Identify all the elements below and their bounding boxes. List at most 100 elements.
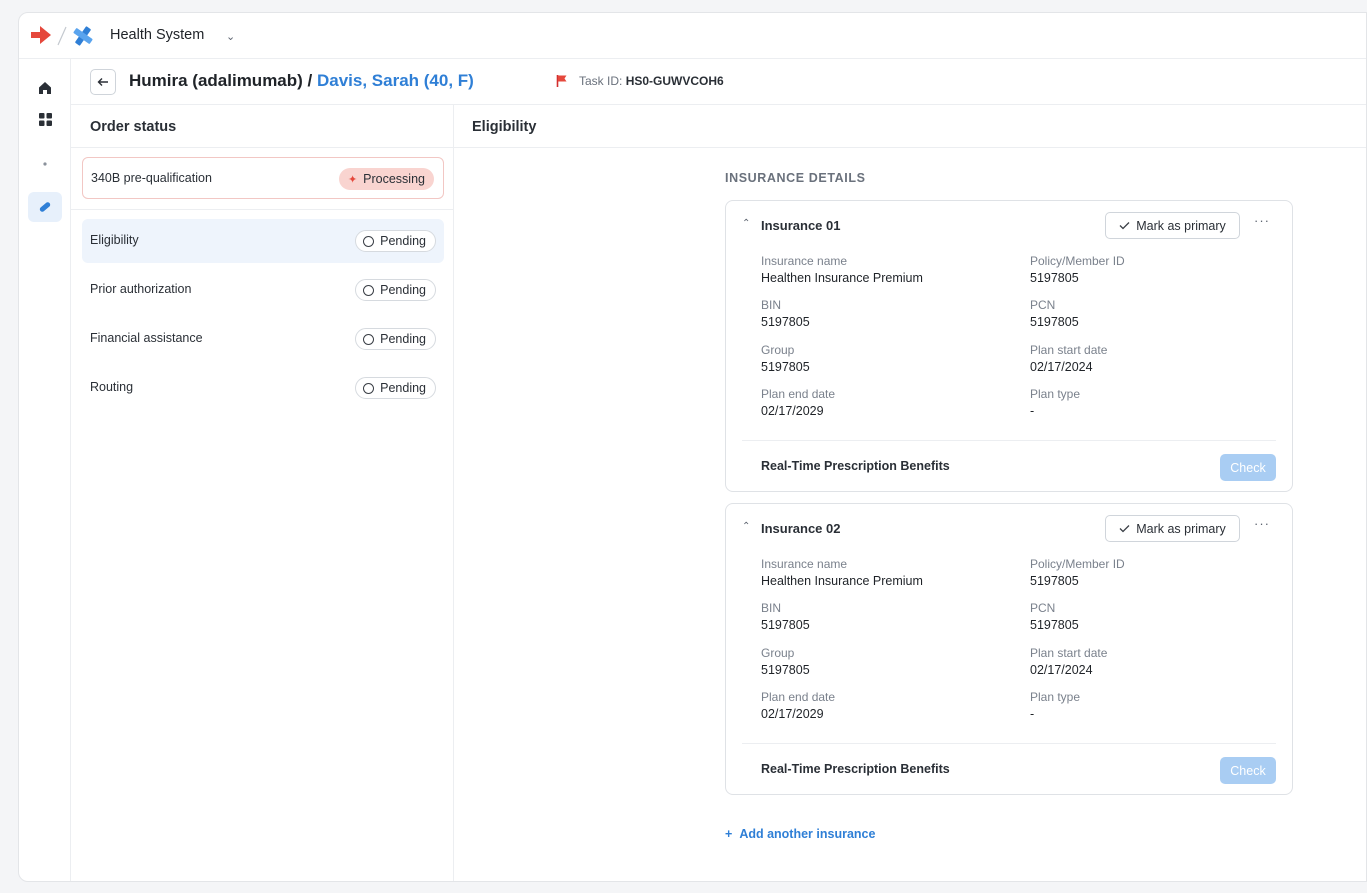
step-label: Eligibility: [90, 233, 139, 247]
pending-badge-label: Pending: [380, 234, 426, 248]
field-label: Group: [761, 343, 795, 357]
field-value: Healthen Insurance Premium: [761, 271, 923, 285]
patient-link[interactable]: Davis, Sarah (40, F): [317, 71, 474, 90]
check-rtpb-button[interactable]: Check: [1220, 757, 1276, 784]
pending-badge: Pending: [355, 328, 436, 350]
pending-badge: Pending: [355, 230, 436, 252]
field-label: Insurance name: [761, 557, 848, 571]
pending-badge: Pending: [355, 279, 436, 301]
brand-logo-icon[interactable]: [29, 24, 53, 46]
field-value: 5197805: [1030, 574, 1079, 588]
step-prior-authorization[interactable]: Prior authorization Pending: [82, 268, 444, 312]
divider-slash-icon: [57, 26, 67, 46]
field-value: 5197805: [761, 315, 810, 329]
field-label: PCN: [1030, 601, 1056, 615]
app-window: Health System ⌄ Humira (adalimumab) / Da…: [18, 12, 1367, 882]
chevron-down-icon[interactable]: ⌄: [226, 30, 235, 43]
mark-as-primary-button[interactable]: Mark as primary: [1105, 212, 1240, 239]
field-label: Plan start date: [1030, 646, 1108, 660]
home-icon: [39, 82, 51, 94]
field-group: Group 5197805: [761, 343, 810, 374]
step-eligibility[interactable]: Eligibility Pending: [82, 219, 444, 263]
insurance-card-title[interactable]: Insurance 01: [761, 218, 841, 233]
add-insurance-label: Add another insurance: [739, 827, 876, 841]
field-value: 02/17/2029: [761, 404, 824, 418]
insurance-card: ⌃ Insurance 02 Mark as primary ··· Insur…: [725, 503, 1293, 795]
circle-icon: [363, 235, 375, 247]
field-label: Plan start date: [1030, 343, 1108, 357]
field-insurance-name: Insurance name Healthen Insurance Premiu…: [761, 557, 923, 588]
field-label: Plan type: [1030, 690, 1081, 704]
field-plan-end: Plan end date 02/17/2029: [761, 387, 835, 418]
drug-name: Humira (adalimumab): [129, 71, 303, 90]
field-plan-start: Plan start date 02/17/2024: [1030, 343, 1107, 374]
top-bar: Health System ⌄: [19, 13, 1366, 59]
field-label: Insurance name: [761, 254, 848, 268]
divider: [742, 440, 1276, 441]
mark-as-primary-label: Mark as primary: [1136, 218, 1226, 233]
prequal-status-row[interactable]: 340B pre-qualification ✦ Processing: [82, 157, 444, 199]
field-pcn: PCN 5197805: [1030, 601, 1079, 632]
spinner-icon: ✦: [347, 173, 358, 186]
field-label: Plan type: [1030, 387, 1081, 401]
insurance-card-title[interactable]: Insurance 02: [761, 521, 841, 536]
rtpb-label: Real-Time Prescription Benefits: [761, 459, 950, 473]
pending-badge-label: Pending: [380, 332, 426, 346]
org-switcher-label[interactable]: Health System: [110, 27, 204, 43]
field-value: 02/17/2029: [761, 707, 824, 721]
flag-icon[interactable]: [556, 74, 568, 88]
rail-item-more[interactable]: [28, 149, 62, 179]
field-label: BIN: [761, 601, 782, 615]
field-value: Healthen Insurance Premium: [761, 574, 923, 588]
back-button[interactable]: [90, 69, 116, 95]
step-label: Routing: [90, 380, 134, 394]
pill-icon: [39, 202, 51, 212]
field-label: Plan end date: [761, 690, 836, 704]
health-system-logo-icon: [73, 26, 93, 46]
field-policy-id: Policy/Member ID 5197805: [1030, 254, 1125, 285]
rail-item-dashboard[interactable]: [28, 104, 62, 134]
arrow-left-icon: [97, 78, 108, 86]
field-value: 5197805: [1030, 618, 1079, 632]
field-pcn: PCN 5197805: [1030, 298, 1079, 329]
circle-icon: [363, 333, 375, 345]
insurance-details-heading: INSURANCE DETAILS: [725, 171, 866, 185]
rtpb-label: Real-Time Prescription Benefits: [761, 762, 950, 776]
step-routing[interactable]: Routing Pending: [82, 366, 444, 410]
field-value: 5197805: [761, 360, 810, 374]
divider: [742, 743, 1276, 744]
add-insurance-link[interactable]: + Add another insurance: [725, 827, 875, 841]
field-policy-id: Policy/Member ID 5197805: [1030, 557, 1125, 588]
more-options-icon[interactable]: ···: [1254, 516, 1270, 531]
check-rtpb-button[interactable]: Check: [1220, 454, 1276, 481]
order-header: Humira (adalimumab) / Davis, Sarah (40, …: [71, 59, 1366, 105]
eligibility-title: Eligibility: [472, 119, 537, 135]
order-status-title: Order status: [90, 119, 177, 135]
pending-badge-label: Pending: [380, 283, 426, 297]
chevron-up-icon[interactable]: ⌃: [742, 218, 750, 229]
field-group: Group 5197805: [761, 646, 810, 677]
field-label: BIN: [761, 298, 782, 312]
divider: [71, 209, 453, 210]
field-label: Policy/Member ID: [1030, 254, 1125, 268]
mark-as-primary-button[interactable]: Mark as primary: [1105, 515, 1240, 542]
task-id-value: HS0-GUWVCOH6: [625, 74, 724, 88]
rail-item-home[interactable]: [28, 73, 62, 103]
pending-badge: Pending: [355, 377, 436, 399]
field-label: Group: [761, 646, 795, 660]
field-value: 02/17/2024: [1030, 360, 1093, 374]
circle-icon: [363, 284, 375, 296]
rail-item-orders[interactable]: [28, 192, 62, 222]
field-value: 5197805: [1030, 315, 1079, 329]
task-id-caption: Task ID:: [579, 74, 623, 88]
divider: [71, 147, 453, 148]
field-value: -: [1030, 404, 1035, 418]
prequal-label: 340B pre-qualification: [91, 171, 212, 185]
field-value: 5197805: [1030, 271, 1079, 285]
field-plan-type: Plan type -: [1030, 690, 1080, 721]
step-financial-assistance[interactable]: Financial assistance Pending: [82, 317, 444, 361]
field-label: Policy/Member ID: [1030, 557, 1125, 571]
more-options-icon[interactable]: ···: [1254, 213, 1270, 228]
field-plan-type: Plan type -: [1030, 387, 1080, 418]
chevron-up-icon[interactable]: ⌃: [742, 521, 750, 532]
